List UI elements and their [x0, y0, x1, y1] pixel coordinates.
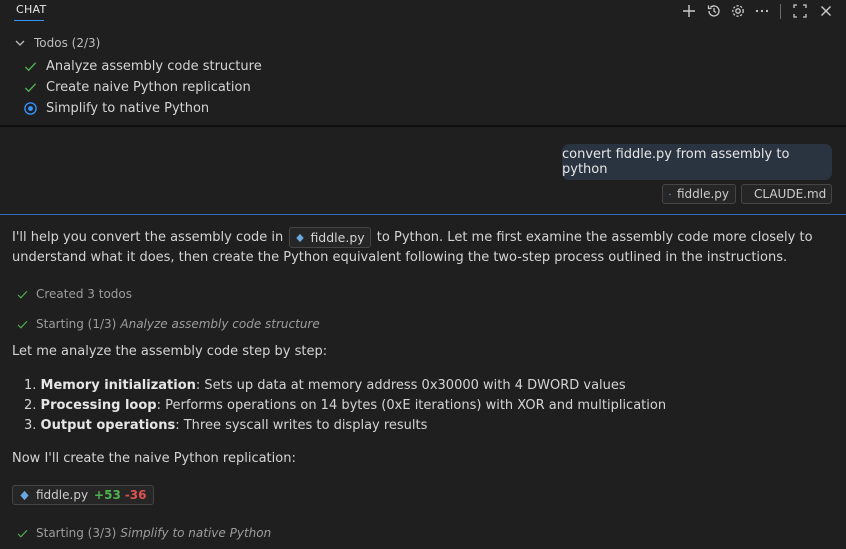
- check-icon: [17, 290, 28, 299]
- todo-item: Create naive Python replication: [22, 79, 251, 95]
- todos-divider: [0, 125, 846, 127]
- status-starting-step: Starting (3/3) Simplify to native Python: [16, 526, 271, 540]
- file-reference-chip[interactable]: fiddle.py: [289, 227, 371, 248]
- todo-label: Create naive Python replication: [46, 79, 251, 95]
- status-starting-step: Starting (1/3) Analyze assembly code str…: [16, 317, 320, 331]
- check-icon: [17, 529, 28, 538]
- gear-icon[interactable]: [729, 2, 747, 20]
- more-icon[interactable]: [753, 2, 771, 20]
- chat-header: CHAT: [0, 0, 846, 24]
- status-created-todos: Created 3 todos: [16, 287, 132, 301]
- attachment-name: CLAUDE.md: [754, 187, 827, 201]
- todo-item: Analyze assembly code structure: [22, 58, 262, 74]
- response-intro: I'll help you convert the assembly code …: [12, 227, 832, 268]
- todos-toggle[interactable]: Todos (2/3): [14, 36, 100, 50]
- history-icon[interactable]: [705, 2, 723, 20]
- plus-icon[interactable]: [680, 2, 698, 20]
- python-file-icon: [296, 233, 305, 242]
- list-item: 3. Output operations: Three syscall writ…: [24, 418, 428, 433]
- user-message-bubble: convert fiddle.py from assembly to pytho…: [562, 144, 832, 180]
- python-file-icon: [669, 193, 671, 195]
- todo-label: Analyze assembly code structure: [46, 58, 262, 74]
- user-message-text: convert fiddle.py from assembly to pytho…: [562, 147, 790, 177]
- analyze-text: Let me analyze the assembly code step by…: [12, 344, 328, 359]
- list-item: 1. Memory initialization: Sets up data a…: [24, 378, 626, 393]
- tab-chat[interactable]: CHAT: [16, 3, 47, 16]
- toolbar-separator: [780, 4, 781, 19]
- attachment-chip[interactable]: CLAUDE.md: [741, 184, 832, 204]
- in-progress-icon: [22, 100, 38, 116]
- todo-label: Simplify to native Python: [46, 100, 210, 116]
- python-file-icon: [20, 490, 29, 500]
- check-icon: [22, 58, 38, 74]
- diff-file-name: fiddle.py: [36, 488, 89, 502]
- todos-title: Todos (2/3): [34, 36, 101, 50]
- check-icon: [22, 79, 38, 95]
- attachment-chip[interactable]: fiddle.py: [662, 184, 736, 204]
- lines-removed: -36: [124, 488, 147, 502]
- message-divider: [0, 214, 846, 215]
- attachment-name: fiddle.py: [676, 187, 729, 201]
- chevron-down-icon: [15, 40, 25, 46]
- check-icon: [17, 320, 28, 329]
- close-icon[interactable]: [817, 2, 835, 20]
- todo-item: Simplify to native Python: [22, 100, 209, 116]
- tab-active-indicator: [14, 20, 44, 21]
- maximize-icon[interactable]: [791, 2, 809, 20]
- lines-added: +53: [94, 488, 121, 502]
- create-text: Now I'll create the naive Python replica…: [12, 451, 296, 466]
- file-diff-chip[interactable]: fiddle.py +53 -36: [12, 485, 154, 505]
- list-item: 2. Processing loop: Performs operations …: [24, 398, 667, 413]
